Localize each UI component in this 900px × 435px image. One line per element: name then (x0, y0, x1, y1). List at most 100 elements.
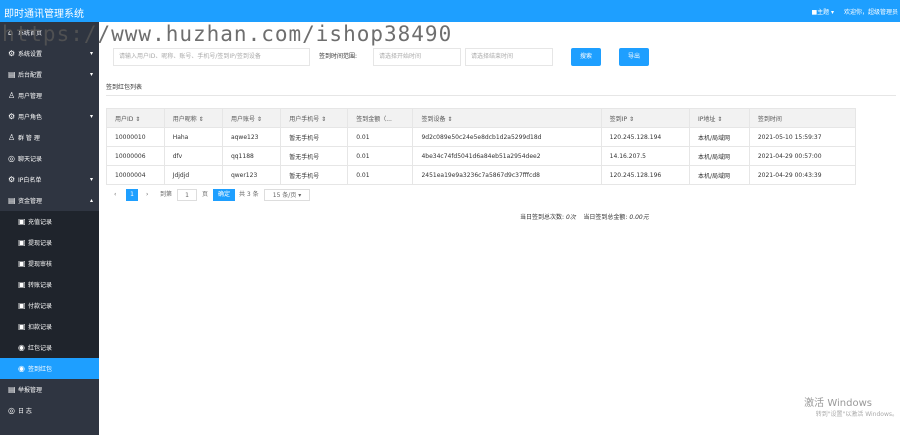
column-header[interactable]: 签到IP ⇕ (600, 108, 690, 128)
sidebar-item[interactable]: ♙ 群 管 理 (0, 127, 99, 148)
sidebar-item[interactable]: ▣ 扣款记录 (0, 316, 99, 337)
sidebar-item-label: 后台配置 (18, 72, 43, 79)
table-cell: 10000010 (106, 127, 165, 147)
table-cell: qwer123 (221, 165, 282, 185)
page-unit: 页 (202, 191, 209, 198)
chevron-icon: ▾ (89, 50, 93, 57)
go-button[interactable]: 确定 (213, 189, 235, 201)
menu-icon: ▤ (8, 196, 16, 205)
table-row[interactable]: 10000004 Jdjdjd qwer123 暂无手机号 0.01 2451ea19e9… (106, 165, 857, 185)
table-cell: 10000004 (106, 165, 165, 185)
table-cell: aqwe123 (221, 127, 282, 147)
next-page-button[interactable]: › (146, 189, 148, 201)
top-bar: 即时通讯管理系统 ■主题 ▾ 欢迎你，超级管理员 (0, 0, 900, 22)
end-time-input[interactable]: 请选择结束时间 (465, 48, 553, 66)
page-input[interactable]: 1 (177, 189, 197, 201)
table-row[interactable]: 10000006 dfv qq1188 暂无手机号 0.01 4be34c74fd5041… (106, 146, 857, 166)
table-cell: 暂无手机号 (280, 165, 349, 185)
menu-icon: ◎ (8, 154, 15, 163)
menu-icon: ▣ (18, 259, 26, 268)
sidebar-item-label: 用户管理 (18, 93, 43, 100)
column-header[interactable]: 用户昵称 ⇕ (163, 108, 223, 128)
windows-activation: 激活 Windows (804, 398, 872, 409)
welcome-text[interactable]: 欢迎你，超级管理员 (844, 9, 898, 16)
menu-icon: ▣ (18, 238, 26, 247)
sidebar-item-label: IP白名单 (18, 177, 42, 184)
start-time-input[interactable]: 请选择开始时间 (373, 48, 461, 66)
sidebar-item-label: 充值记录 (28, 219, 53, 226)
column-header[interactable]: 用户手机号 ⇕ (280, 108, 349, 128)
menu-icon: ◉ (18, 343, 25, 352)
sidebar-item[interactable]: ◎ 聊天记录 (0, 148, 99, 169)
sidebar-item-label: 举报管理 (18, 387, 43, 394)
amount-value: 0.00元 (629, 214, 649, 221)
sidebar-item[interactable]: ♙ 用户管理 (0, 85, 99, 106)
sidebar-item-label: 付款记录 (28, 303, 53, 310)
table-cell: Haha (163, 127, 223, 147)
menu-icon: ▣ (18, 301, 26, 310)
current-page[interactable]: 1 (126, 189, 138, 201)
table-cell: 14.16.207.5 (600, 146, 690, 166)
menu-icon: ⚙ (8, 112, 16, 121)
sidebar-item[interactable]: ▣ 提现记录 (0, 232, 99, 253)
column-header[interactable]: 用户账号 ⇕ (221, 108, 282, 128)
section-title: 签到红包列表 (106, 84, 143, 91)
sidebar: ⌂ 系统首页 ⚙ 系统设置 ▾ ▤ 后台配置 ▾ ♙ 用户管理 ⚙ 用户角色 ▾ ♙ 群 管 理 ◎ 聊天记录 ⚙… (0, 22, 99, 435)
sidebar-item[interactable]: ▣ 充值记录 (0, 211, 99, 232)
search-button[interactable]: 搜索 (571, 48, 601, 66)
sidebar-item[interactable]: ◉ 红包记录 (0, 337, 99, 358)
column-header[interactable]: 签到金额（... (347, 108, 414, 128)
sidebar-item-label: 转账记录 (28, 282, 53, 289)
sidebar-item[interactable]: ◎ 日 志 (0, 400, 99, 421)
sidebar-item-label: 聊天记录 (18, 156, 43, 163)
chevron-icon: ▾ (89, 176, 93, 183)
table-cell: 本机/局域网 (688, 127, 750, 147)
table-cell: 2451ea19e9a3236c7a5867d9c37fffcd8 (412, 165, 602, 185)
sidebar-item[interactable]: ▣ 转账记录 (0, 274, 99, 295)
table-cell: 本机/局域网 (688, 165, 750, 185)
table-row[interactable]: 10000010 Haha aqwe123 暂无手机号 0.01 9d2c089e50c2… (106, 127, 857, 147)
menu-icon: ▤ (8, 70, 16, 79)
chevron-icon: ▾ (89, 71, 93, 78)
total-count: 共 3 条 (239, 191, 259, 198)
sidebar-item[interactable]: ⚙ IP白名单 ▾ (0, 169, 99, 190)
sidebar-item[interactable]: ▣ 提现审核 (0, 253, 99, 274)
column-header[interactable]: 签到时间 (748, 108, 857, 128)
column-header[interactable]: IP地址 ⇕ (688, 108, 750, 128)
table-cell: dfv (163, 146, 223, 166)
column-header[interactable]: 签到设备 ⇕ (412, 108, 602, 128)
user-search-input[interactable]: 请输入用户ID、昵称、账号、手机号/签到IP/签到设备 (113, 48, 310, 66)
url-watermark: https://www.huzhan.com/ishop38490 (2, 22, 453, 46)
table-cell: 暂无手机号 (280, 146, 349, 166)
sidebar-item-label: 系统设置 (18, 51, 43, 58)
prev-page-button[interactable]: ‹ (114, 189, 116, 201)
sidebar-item[interactable]: ▤ 举报管理 (0, 379, 99, 400)
menu-icon: ♙ (8, 91, 16, 100)
theme-button[interactable]: ■主题 ▾ (811, 9, 834, 16)
table-cell: 暂无手机号 (280, 127, 349, 147)
sidebar-item[interactable]: ▤ 后台配置 ▾ (0, 64, 99, 85)
column-header[interactable]: 用户ID ⇕ (106, 108, 165, 128)
menu-icon: ⚙ (8, 49, 16, 58)
menu-icon: ◉ (18, 364, 25, 373)
count-label: 当日签到总次数: (520, 214, 565, 221)
goto-label: 到第 (160, 191, 173, 198)
menu-icon: ⚙ (8, 175, 16, 184)
table-cell: 0.01 (347, 127, 414, 147)
count-value: 0次 (565, 214, 576, 221)
export-button[interactable]: 导出 (619, 48, 649, 66)
sidebar-item[interactable]: ◉ 签到红包 (0, 358, 99, 379)
sidebar-item-label: 红包记录 (28, 345, 53, 352)
sidebar-item-label: 签到红包 (28, 366, 53, 373)
sidebar-item[interactable]: ⚙ 用户角色 ▾ (0, 106, 99, 127)
table-cell: 120.245.128.196 (600, 165, 690, 185)
checkin-table: 用户ID ⇕ 用户昵称 ⇕ 用户账号 ⇕ 用户手机号 ⇕ 签到金额（... 签到设备 ⇕ 签… (106, 108, 857, 185)
sidebar-item[interactable]: ▣ 付款记录 (0, 295, 99, 316)
menu-icon: ▣ (18, 322, 26, 331)
sidebar-item[interactable]: ⚙ 系统设置 ▾ (0, 43, 99, 64)
sidebar-item[interactable]: ▤ 资金管理 ▴ (0, 190, 99, 211)
amount-label: 当日签到总金额: (583, 214, 628, 221)
page-size-select[interactable]: 15 条/页 ▾ (264, 189, 310, 201)
chevron-icon: ▾ (89, 113, 93, 120)
table-cell: 4be34c74fd5041d6a84eb51a2954dee2 (412, 146, 602, 166)
